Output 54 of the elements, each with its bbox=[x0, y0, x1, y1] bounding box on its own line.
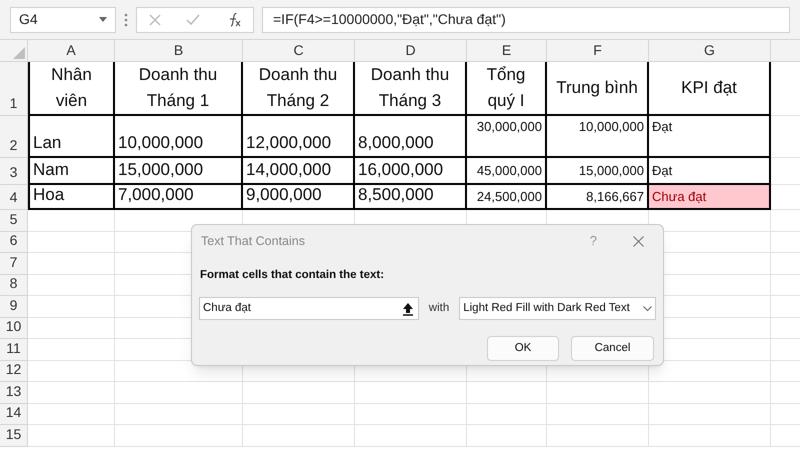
table-cell-text: 8,166,667 bbox=[586, 188, 644, 206]
table-cell: Chưa đạt bbox=[649, 185, 771, 210]
table-cell-text: 16,000,000 bbox=[358, 158, 444, 180]
caret-icon bbox=[99, 17, 107, 22]
column-header[interactable]: E bbox=[502, 40, 512, 61]
upload-icon[interactable] bbox=[400, 300, 415, 317]
cancel-icon[interactable] bbox=[149, 14, 162, 26]
column-title: KPI đạt bbox=[681, 77, 737, 99]
column-header[interactable]: A bbox=[66, 40, 76, 61]
table-cell-text: 8,000,000 bbox=[358, 132, 434, 154]
close-icon[interactable] bbox=[633, 236, 644, 246]
row-header[interactable]: 2 bbox=[10, 135, 18, 156]
table-cell-text: Lan bbox=[33, 132, 62, 154]
cancel-button[interactable]: Cancel bbox=[571, 336, 654, 362]
column-title: Tổng quý I bbox=[486, 64, 526, 112]
table-cell-text: Nam bbox=[33, 158, 69, 180]
column-header[interactable]: F bbox=[593, 40, 602, 61]
with-label: with bbox=[428, 301, 450, 316]
table-cell-text: 8,500,000 bbox=[358, 184, 434, 206]
table-cell-text: 9,000,000 bbox=[246, 184, 322, 206]
column-title: Doanh thu Tháng 2 bbox=[258, 64, 338, 112]
instruction-label: Format cells that contain the text: bbox=[199, 268, 386, 283]
table-cell-text: 12,000,000 bbox=[246, 132, 332, 154]
table-cell-text: 15,000,000 bbox=[578, 162, 644, 180]
name-box[interactable]: G4 bbox=[10, 6, 116, 32]
table-cell: Đạt bbox=[649, 158, 771, 185]
table-cell-text: 45,000,000 bbox=[476, 162, 542, 180]
table-cell-text: 15,000,000 bbox=[118, 158, 204, 180]
column-title: Doanh thu Tháng 1 bbox=[138, 64, 218, 112]
column-title: Doanh thu Tháng 3 bbox=[370, 64, 450, 112]
text-input[interactable]: Chưa đạt bbox=[199, 297, 419, 320]
formula-field[interactable]: =IF(F4>=10000000,"Đạt","Chưa đạt") bbox=[262, 6, 790, 32]
row-header[interactable]: 1 bbox=[10, 93, 18, 114]
ok-button[interactable]: OK bbox=[487, 336, 559, 362]
table-cell-text: 10,000,000 bbox=[118, 132, 204, 154]
table-cell-text: 10,000,000 bbox=[578, 118, 644, 136]
column-title: Nhân viên bbox=[50, 64, 93, 112]
table-cell-text: 24,500,000 bbox=[476, 188, 542, 206]
check-icon[interactable] bbox=[186, 14, 200, 26]
table-cell-text: 30,000,000 bbox=[476, 118, 542, 136]
column-title: Trung bình bbox=[556, 77, 638, 99]
table-cell: Đạt bbox=[649, 116, 771, 158]
select-all-icon[interactable] bbox=[13, 47, 25, 59]
column-header[interactable]: G bbox=[704, 40, 715, 61]
table-cell-text: 7,000,000 bbox=[118, 184, 194, 206]
dialog-title: Text That Contains bbox=[201, 232, 306, 250]
chevron-icon bbox=[643, 306, 652, 312]
column-header[interactable]: B bbox=[174, 40, 184, 61]
table-cell-text: 14,000,000 bbox=[246, 158, 332, 180]
table-cell-text: Hoa bbox=[33, 184, 64, 206]
drag-handle-icon[interactable] bbox=[124, 12, 128, 26]
column-header[interactable]: D bbox=[405, 40, 416, 61]
format-dropdown[interactable]: Light Red Fill with Dark Red Text bbox=[459, 297, 656, 320]
column-header[interactable]: C bbox=[293, 40, 304, 61]
